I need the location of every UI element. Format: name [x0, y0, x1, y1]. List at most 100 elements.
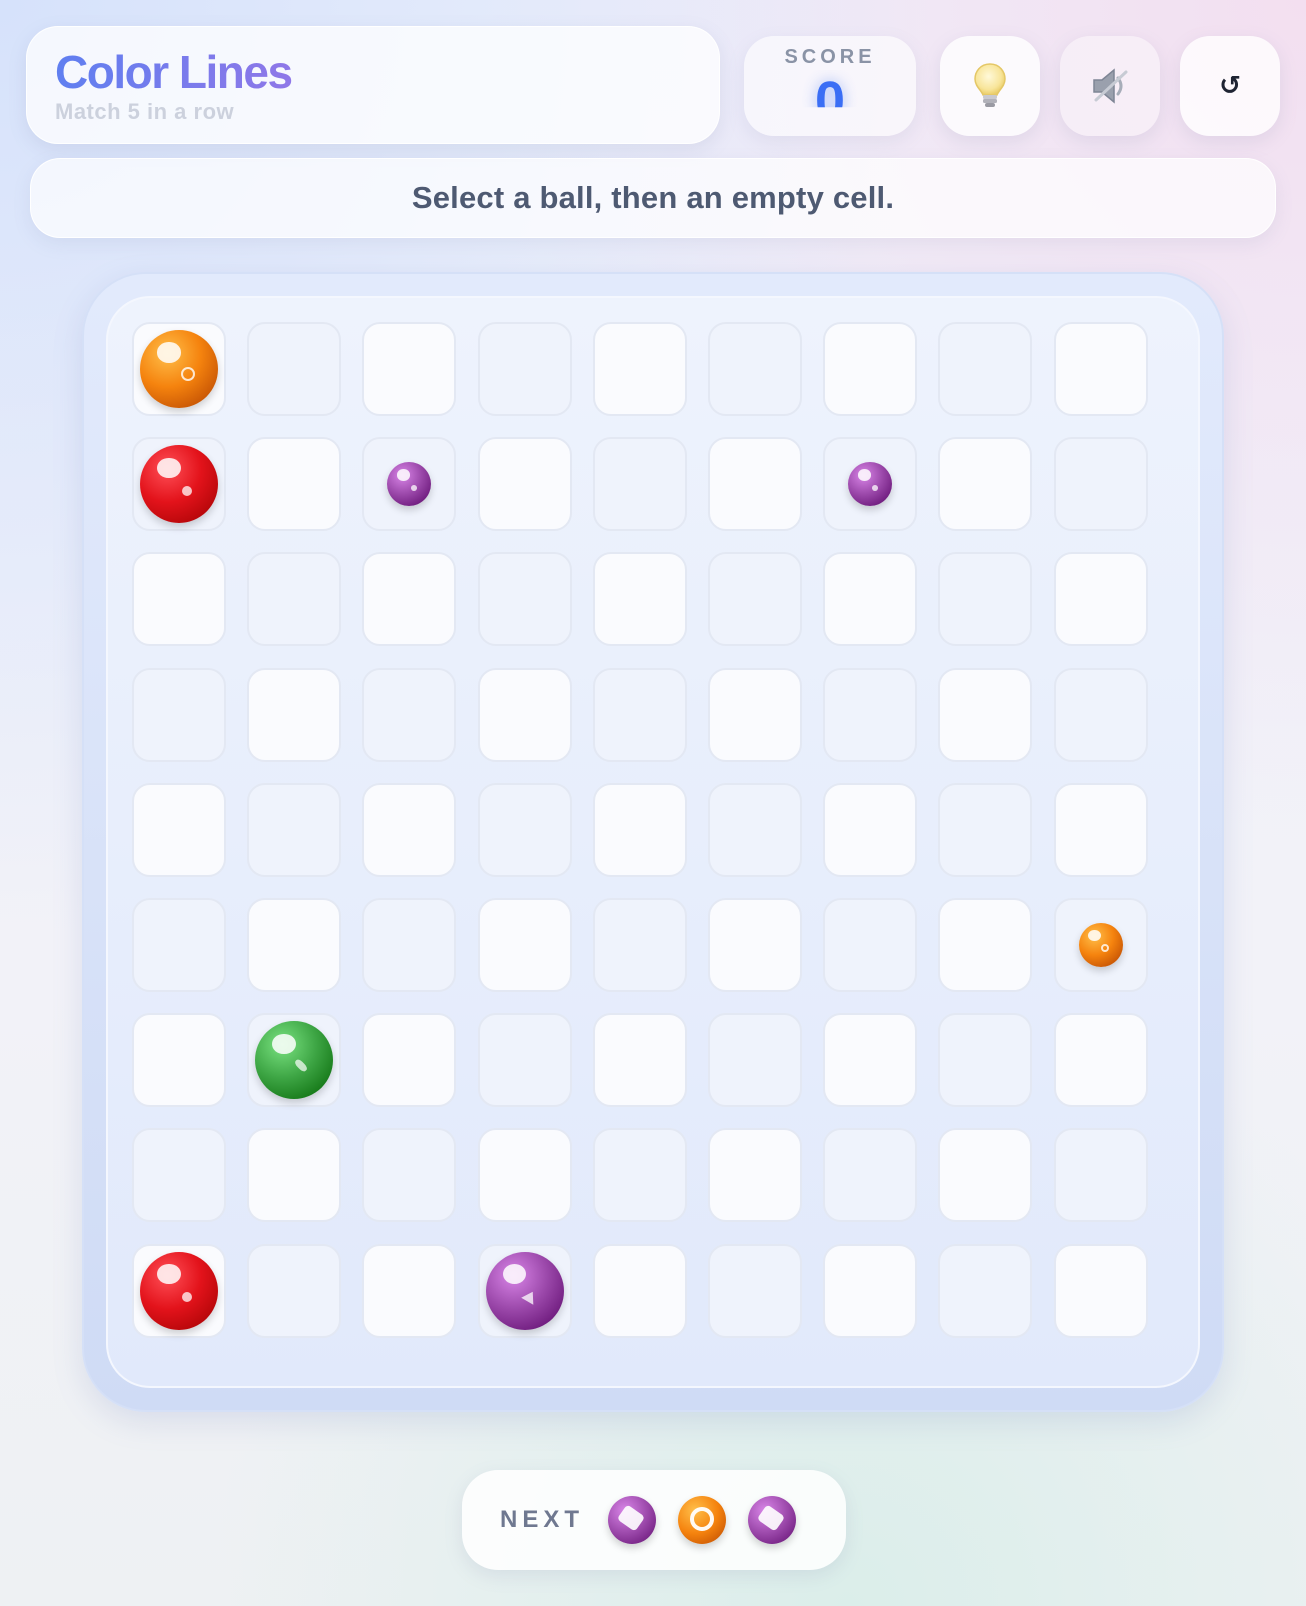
board-cell[interactable] [1053, 667, 1148, 762]
board-cell[interactable] [132, 1243, 226, 1338]
next-purple-ball [748, 1496, 796, 1544]
board-cell[interactable] [592, 898, 687, 992]
board-cell[interactable] [132, 437, 226, 532]
board-cell[interactable] [247, 667, 342, 762]
board-cell[interactable] [132, 782, 226, 877]
board-cell[interactable] [1053, 782, 1148, 877]
board-cell[interactable] [823, 552, 918, 647]
board-cell[interactable] [362, 782, 457, 877]
game-board [106, 296, 1200, 1388]
board-cell[interactable] [823, 322, 918, 416]
board-cell[interactable] [1053, 1243, 1148, 1338]
red-ball[interactable] [140, 445, 218, 524]
board-cell[interactable] [477, 437, 572, 532]
hint-button[interactable] [940, 36, 1040, 136]
restart-button[interactable]: ↺ [1180, 36, 1280, 136]
board-cell[interactable] [938, 437, 1033, 532]
board-cell[interactable] [132, 322, 226, 416]
board-cell[interactable] [592, 1243, 687, 1338]
board-cell[interactable] [247, 1243, 342, 1338]
board-cell[interactable] [708, 782, 802, 877]
board-cell[interactable] [247, 552, 342, 647]
board-cell[interactable] [477, 1013, 572, 1108]
score-value: 0 [814, 71, 846, 131]
board-cell[interactable] [362, 1128, 457, 1223]
board-cell[interactable] [1053, 1128, 1148, 1223]
board-cell[interactable] [477, 552, 572, 647]
board-cell[interactable] [362, 898, 457, 992]
board-cell[interactable] [708, 1128, 802, 1223]
board-cell[interactable] [708, 1243, 802, 1338]
lightbulb-icon [974, 63, 1006, 107]
board-cell[interactable] [1053, 437, 1148, 532]
board-cell[interactable] [362, 667, 457, 762]
board-cell[interactable] [247, 898, 342, 992]
red-ball[interactable] [140, 1251, 218, 1330]
board-cell[interactable] [592, 437, 687, 532]
board-cell[interactable] [1053, 898, 1148, 992]
purple-ball[interactable] [485, 1251, 564, 1330]
board-cell[interactable] [477, 667, 572, 762]
orange-ball[interactable] [1078, 923, 1123, 967]
board-cell[interactable] [823, 1013, 918, 1108]
board-cell[interactable] [592, 667, 687, 762]
board-cell[interactable] [247, 1128, 342, 1223]
purple-ball[interactable] [387, 462, 432, 507]
board-cell[interactable] [708, 552, 802, 647]
speaker-muted-icon [1093, 68, 1128, 104]
board-cell[interactable] [477, 1243, 572, 1338]
board-cell[interactable] [938, 1243, 1033, 1338]
score-card: SCORE 0 [744, 36, 916, 136]
board-cell[interactable] [592, 1128, 687, 1223]
board-cell[interactable] [247, 437, 342, 532]
status-message: Select a ball, then an empty cell. [30, 158, 1276, 238]
board-cell[interactable] [938, 898, 1033, 992]
board-cell[interactable] [708, 667, 802, 762]
board-cell[interactable] [823, 898, 918, 992]
board-cell[interactable] [362, 1243, 457, 1338]
board-cell[interactable] [823, 667, 918, 762]
board-cell[interactable] [247, 782, 342, 877]
board-cell[interactable] [132, 898, 226, 992]
board-cell[interactable] [362, 322, 457, 416]
orange-ball[interactable] [140, 330, 218, 408]
board-cell[interactable] [938, 1013, 1033, 1108]
sound-toggle-button[interactable] [1060, 36, 1160, 136]
board-cell[interactable] [708, 322, 802, 416]
board-cell[interactable] [938, 322, 1033, 416]
board-cell[interactable] [132, 667, 226, 762]
board-cell[interactable] [247, 322, 342, 416]
board-cell[interactable] [362, 437, 457, 532]
board-cell[interactable] [1053, 322, 1148, 416]
board-cell[interactable] [708, 437, 802, 532]
board-cell[interactable] [823, 437, 918, 532]
board-cell[interactable] [823, 1128, 918, 1223]
board-cell[interactable] [477, 322, 572, 416]
board-cell[interactable] [132, 552, 226, 647]
board-cell[interactable] [477, 782, 572, 877]
board-cell[interactable] [477, 1128, 572, 1223]
board-cell[interactable] [938, 552, 1033, 647]
board-cell[interactable] [823, 1243, 918, 1338]
board-cell[interactable] [1053, 1013, 1148, 1108]
board-cell[interactable] [938, 667, 1033, 762]
board-cell[interactable] [823, 782, 918, 877]
board-cell[interactable] [592, 552, 687, 647]
board-cell[interactable] [362, 1013, 457, 1108]
board-cell[interactable] [132, 1013, 226, 1108]
board-cell[interactable] [592, 782, 687, 877]
board-cell[interactable] [132, 1128, 226, 1223]
board-cell[interactable] [592, 322, 687, 416]
board-cell[interactable] [477, 898, 572, 992]
green-ball[interactable] [255, 1021, 334, 1100]
board-cell[interactable] [938, 782, 1033, 877]
title-card: Color Lines Match 5 in a row [26, 26, 720, 144]
board-cell[interactable] [708, 898, 802, 992]
board-cell[interactable] [362, 552, 457, 647]
purple-ball[interactable] [848, 462, 893, 507]
board-cell[interactable] [247, 1013, 342, 1108]
board-cell[interactable] [1053, 552, 1148, 647]
board-cell[interactable] [708, 1013, 802, 1108]
board-cell[interactable] [938, 1128, 1033, 1223]
board-cell[interactable] [592, 1013, 687, 1108]
